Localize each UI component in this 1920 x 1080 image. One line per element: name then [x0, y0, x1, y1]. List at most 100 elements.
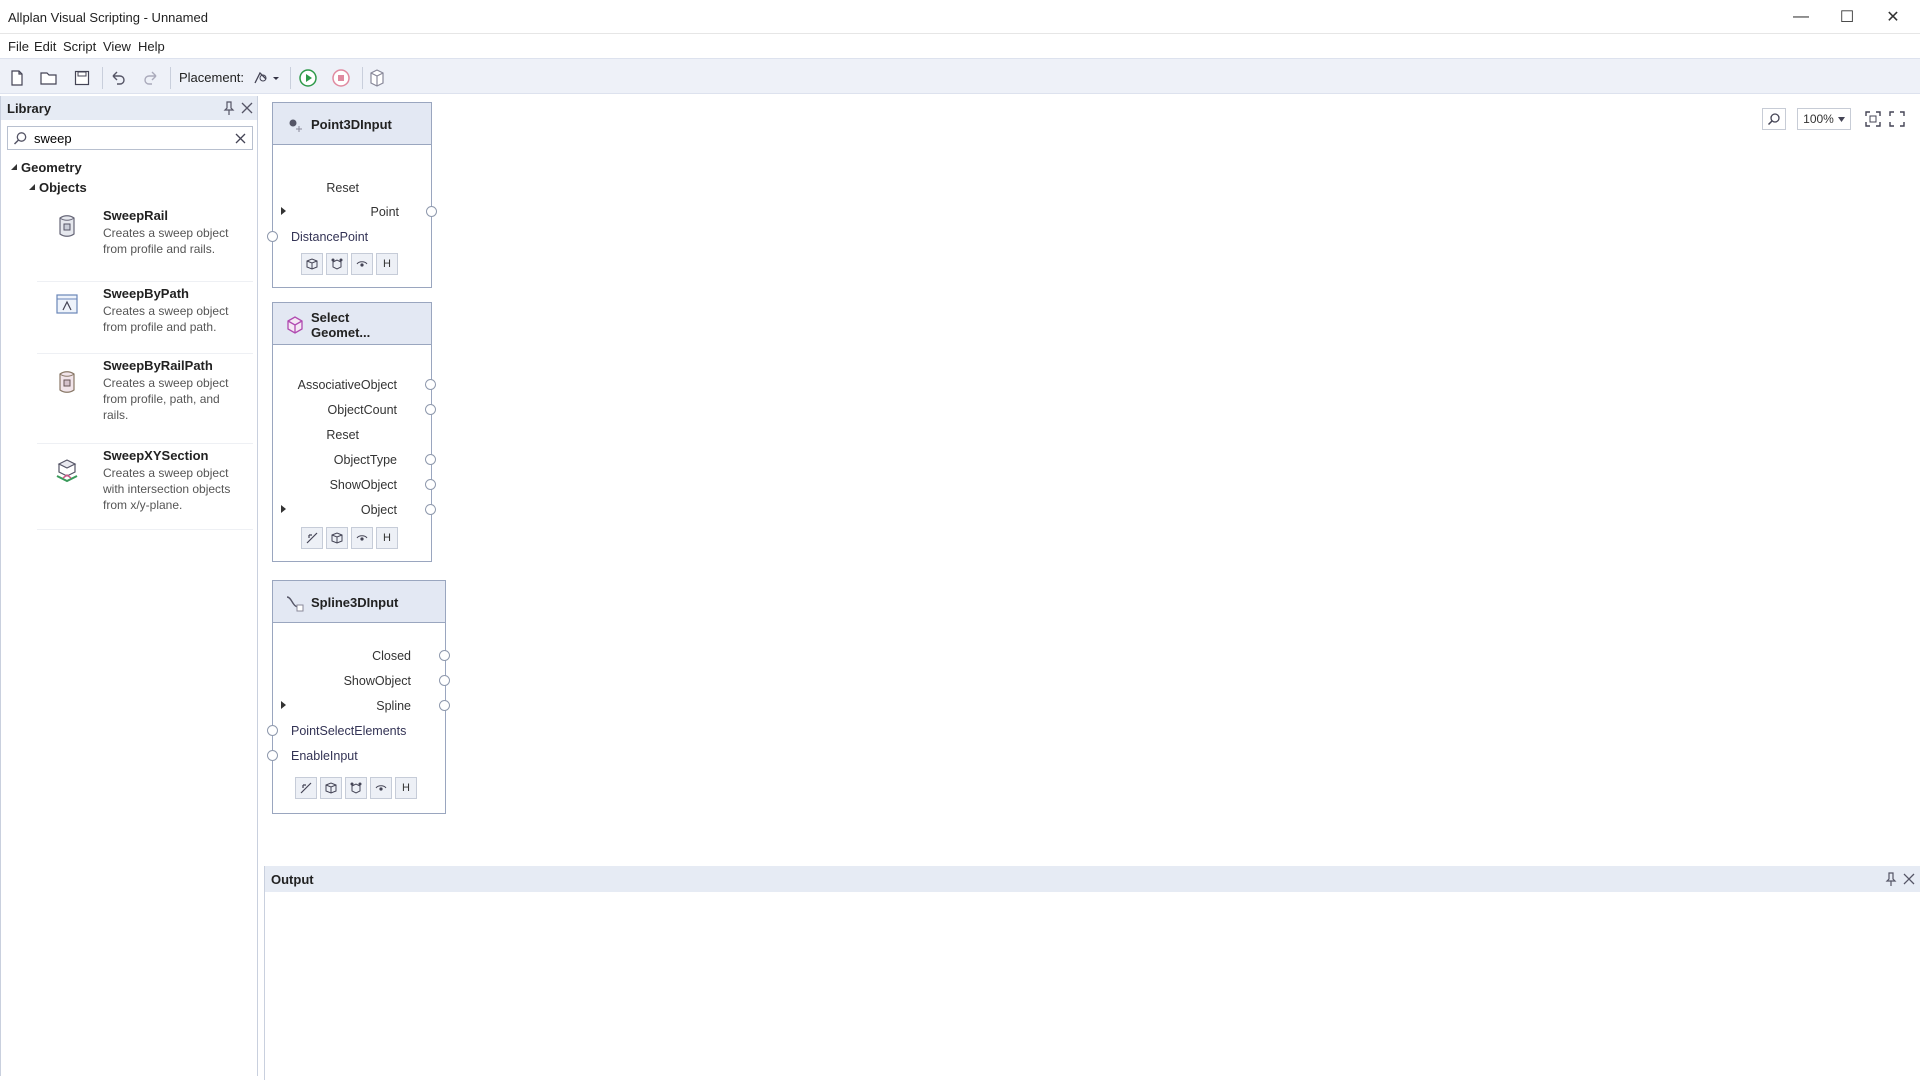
output-pin-button[interactable] — [1883, 871, 1899, 887]
fullscreen-button[interactable] — [1886, 108, 1908, 130]
menu-script[interactable]: Script — [63, 39, 96, 54]
library-panel: Library Geometry Objects SweepRail Creat… — [0, 96, 258, 1076]
fit-to-view-button[interactable] — [1862, 108, 1884, 130]
node-icon-bar: H — [301, 253, 398, 275]
hide-toggle-button[interactable]: H — [395, 777, 417, 799]
script-canvas[interactable]: 100% Point3DInput Reset Point DistancePo… — [262, 96, 1920, 860]
minimize-button[interactable]: — — [1778, 0, 1824, 34]
multi-select-icon[interactable] — [326, 253, 348, 275]
minimize-icon: — — [1793, 8, 1809, 25]
close-button[interactable]: ✕ — [1870, 0, 1916, 34]
node-header[interactable]: Select Geomet... — [273, 303, 431, 345]
open-button[interactable] — [38, 67, 60, 89]
output-port-spline[interactable] — [439, 700, 450, 711]
node-title-continued: Geomet... — [311, 325, 371, 340]
output-title: Output — [271, 872, 314, 887]
output-port-associativeobject[interactable] — [425, 379, 436, 390]
undo-icon — [112, 71, 125, 85]
library-item-sweepbypath[interactable]: SweepByPath Creates a sweep object from … — [37, 282, 253, 354]
output-port-showobject[interactable] — [425, 479, 436, 490]
zoom-level-dropdown[interactable]: 100% — [1797, 108, 1851, 130]
visibility-icon[interactable] — [370, 777, 392, 799]
expand-arrow-icon[interactable] — [281, 701, 286, 709]
library-search-box — [7, 126, 253, 150]
menu-bar: File Edit Script View Help — [0, 34, 1920, 58]
port-spline: Spline — [376, 699, 411, 713]
menu-view[interactable]: View — [103, 39, 131, 54]
visibility-icon[interactable] — [351, 253, 373, 275]
visibility-icon[interactable] — [351, 527, 373, 549]
stop-button[interactable] — [330, 67, 352, 89]
hide-toggle-label: H — [383, 532, 391, 544]
port-associativeobject: AssociativeObject — [297, 378, 397, 392]
spline-icon — [286, 596, 304, 612]
node-select-geometry[interactable]: Select Geomet... AssociativeObject Objec… — [272, 302, 436, 562]
output-close-button[interactable] — [1901, 871, 1917, 887]
maximize-button[interactable]: ☐ — [1824, 0, 1870, 34]
output-port-objectcount[interactable] — [425, 404, 436, 415]
hide-toggle-button[interactable]: H — [376, 253, 398, 275]
maximize-icon: ☐ — [1839, 9, 1855, 26]
close-icon — [241, 102, 253, 114]
hide-toggle-label: H — [383, 258, 391, 270]
output-port-closed[interactable] — [439, 650, 450, 661]
sweep-xy-section-icon — [56, 459, 78, 483]
redo-button[interactable] — [140, 67, 162, 89]
expand-arrow-icon[interactable] — [281, 505, 286, 513]
expand-arrow-icon[interactable] — [281, 207, 286, 215]
multi-select-icon[interactable] — [345, 777, 367, 799]
node-title: Select — [311, 310, 350, 325]
library-close-button[interactable] — [239, 100, 255, 116]
cube-icon[interactable] — [320, 777, 342, 799]
run-button[interactable] — [297, 67, 319, 89]
select-tool-icon[interactable] — [295, 777, 317, 799]
library-title: Library — [7, 101, 52, 116]
close-icon: ✕ — [1886, 9, 1900, 26]
zoom-search-button[interactable] — [1762, 108, 1786, 130]
hide-toggle-button[interactable]: H — [376, 527, 398, 549]
node-header[interactable]: Point3DInput — [273, 103, 431, 145]
node-spline3dinput[interactable]: Spline3DInput Closed ShowObject Spline P… — [267, 580, 450, 814]
pin-button[interactable] — [221, 100, 237, 116]
new-button[interactable] — [6, 67, 28, 89]
port-enableinput: EnableInput — [291, 749, 358, 763]
library-item-description: Creates a sweep object from profile, pat… — [103, 376, 229, 422]
search-icon — [13, 132, 27, 145]
toolbar: Placement: — [0, 58, 1920, 94]
input-port-distancepoint[interactable] — [267, 231, 278, 242]
library-item-sweeprail[interactable]: SweepRail Creates a sweep object from pr… — [37, 204, 253, 282]
save-button[interactable] — [71, 67, 93, 89]
input-port-enableinput[interactable] — [267, 750, 278, 761]
port-pointselectelements: PointSelectElements — [291, 724, 407, 738]
point-icon — [289, 119, 302, 132]
menu-help[interactable]: Help — [138, 39, 165, 54]
library-item-sweepxysection[interactable]: SweepXYSection Creates a sweep object wi… — [37, 444, 253, 530]
tree-expanded-icon — [11, 164, 17, 170]
cube-icon[interactable] — [301, 253, 323, 275]
output-port-point[interactable] — [426, 206, 437, 217]
menu-file[interactable]: File — [8, 39, 29, 54]
palette-button[interactable] — [366, 67, 388, 89]
output-header: Output — [265, 866, 1920, 892]
port-reset: Reset — [326, 428, 359, 442]
output-port-object[interactable] — [425, 504, 436, 515]
library-search-input[interactable] — [32, 129, 222, 147]
placement-dropdown[interactable] — [250, 67, 282, 89]
select-tool-icon[interactable] — [301, 527, 323, 549]
palette-icon — [370, 69, 384, 87]
input-port-pointselectelements[interactable] — [267, 725, 278, 736]
node-header[interactable]: Spline3DInput — [273, 581, 445, 623]
menu-edit[interactable]: Edit — [34, 39, 56, 54]
tree-node-objects[interactable]: Objects — [27, 178, 247, 198]
port-objecttype: ObjectType — [333, 453, 397, 467]
tree-node-geometry[interactable]: Geometry — [9, 158, 249, 178]
cube-icon[interactable] — [326, 527, 348, 549]
library-item-sweepbyrailpath[interactable]: SweepByRailPath Creates a sweep object f… — [37, 354, 253, 444]
undo-button[interactable] — [107, 67, 129, 89]
output-port-showobject[interactable] — [439, 675, 450, 686]
output-panel: Output — [264, 866, 1920, 1080]
node-point3dinput[interactable]: Point3DInput Reset Point DistancePoint H — [267, 102, 437, 288]
port-object: Object — [360, 503, 397, 517]
output-port-objecttype[interactable] — [425, 454, 436, 465]
clear-search-icon[interactable] — [234, 132, 247, 145]
